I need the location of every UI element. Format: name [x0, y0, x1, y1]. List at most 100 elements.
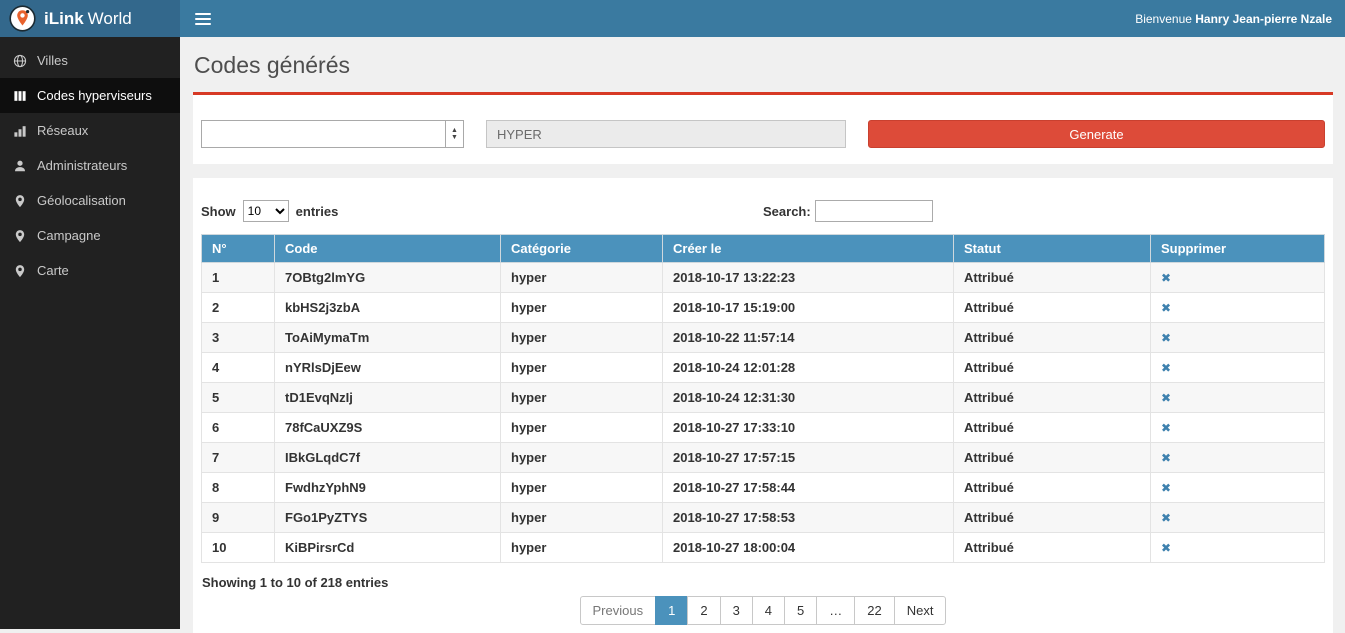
delete-code-icon[interactable]: ✖	[1161, 541, 1171, 555]
cell-code: KiBPirsrCd	[275, 533, 501, 563]
delete-code-icon[interactable]: ✖	[1161, 301, 1171, 315]
table-row: 8FwdhzYphN9hyper2018-10-27 17:58:44Attri…	[202, 473, 1325, 503]
cell-date: 2018-10-17 15:19:00	[663, 293, 954, 323]
cell-category: hyper	[501, 443, 663, 473]
delete-code-icon[interactable]: ✖	[1161, 511, 1171, 525]
cell-delete: ✖	[1151, 353, 1325, 383]
search-input[interactable]	[815, 200, 933, 222]
table-row: 17OBtg2lmYGhyper2018-10-17 13:22:23Attri…	[202, 263, 1325, 293]
cell-code: tD1EvqNzIj	[275, 383, 501, 413]
cell-delete: ✖	[1151, 503, 1325, 533]
cell-num: 10	[202, 533, 275, 563]
main-content: Codes générés ▲▼ Generate Show 10 entrie…	[180, 0, 1345, 633]
map-marker-icon	[13, 194, 27, 208]
cell-delete: ✖	[1151, 443, 1325, 473]
table-controls: Show 10 entries Search:	[201, 200, 1325, 222]
brand-title: iLinkWorld	[44, 9, 132, 29]
cell-num: 1	[202, 263, 275, 293]
pagination-next-button[interactable]: Next	[894, 596, 947, 625]
cell-status: Attribué	[954, 353, 1151, 383]
sidebar-item-codes-hyperviseurs[interactable]: Codes hyperviseurs	[0, 78, 180, 113]
cell-status: Attribué	[954, 443, 1151, 473]
delete-code-icon[interactable]: ✖	[1161, 391, 1171, 405]
cell-status: Attribué	[954, 263, 1151, 293]
table-row: 5tD1EvqNzIjhyper2018-10-24 12:31:30Attri…	[202, 383, 1325, 413]
page-title: Codes générés	[194, 52, 1332, 79]
cell-num: 3	[202, 323, 275, 353]
delete-code-icon[interactable]: ✖	[1161, 331, 1171, 345]
cell-date: 2018-10-22 11:57:14	[663, 323, 954, 353]
sidebar-item-villes[interactable]: Villes	[0, 43, 180, 78]
page-length-control: Show 10 entries	[201, 200, 763, 222]
map-marker-icon	[13, 264, 27, 278]
delete-code-icon[interactable]: ✖	[1161, 421, 1171, 435]
cell-num: 4	[202, 353, 275, 383]
generate-button[interactable]: Generate	[868, 120, 1325, 148]
sidebar-item-label: Réseaux	[37, 123, 88, 138]
user-icon	[13, 159, 27, 173]
sidebar-item-label: Carte	[37, 263, 69, 278]
table-row: 2kbHS2j3zbAhyper2018-10-17 15:19:00Attri…	[202, 293, 1325, 323]
cell-code: 7OBtg2lmYG	[275, 263, 501, 293]
pagination-page-1[interactable]: 1	[655, 596, 688, 625]
sidebar-item-carte[interactable]: Carte	[0, 253, 180, 288]
sidebar-item-label: Campagne	[37, 228, 101, 243]
cell-date: 2018-10-17 13:22:23	[663, 263, 954, 293]
column-header-n-: N°	[202, 235, 275, 263]
cell-status: Attribué	[954, 533, 1151, 563]
delete-code-icon[interactable]: ✖	[1161, 451, 1171, 465]
code-count-stepper[interactable]: ▲▼	[201, 120, 464, 148]
cell-num: 6	[202, 413, 275, 443]
topbar: Bienvenue Hanry Jean-pierre Nzale	[180, 0, 1345, 37]
table-info: Showing 1 to 10 of 218 entries	[202, 575, 1324, 590]
pagination-previous-button[interactable]: Previous	[580, 596, 657, 625]
generate-panel: ▲▼ Generate	[193, 92, 1333, 164]
cell-delete: ✖	[1151, 383, 1325, 413]
brand[interactable]: iLinkWorld	[0, 0, 180, 37]
stepper-arrows-icon[interactable]: ▲▼	[445, 121, 463, 147]
pagination-page-2[interactable]: 2	[687, 596, 720, 625]
app-logo-icon	[9, 5, 36, 32]
table-row: 7IBkGLqdC7fhyper2018-10-27 17:57:15Attri…	[202, 443, 1325, 473]
cell-category: hyper	[501, 353, 663, 383]
sidebar-item-label: Administrateurs	[37, 158, 127, 173]
generate-form: ▲▼ Generate	[201, 120, 1325, 148]
delete-code-icon[interactable]: ✖	[1161, 271, 1171, 285]
sidebar: iLinkWorld VillesCodes hyperviseurs Résea…	[0, 0, 180, 629]
search-control: Search:	[763, 200, 1325, 222]
pagination-page-22[interactable]: 22	[854, 596, 894, 625]
globe-icon	[13, 54, 27, 68]
show-label: Show	[201, 204, 236, 219]
menu-toggle-icon[interactable]	[193, 9, 213, 29]
sidebar-item-label: Géolocalisation	[37, 193, 126, 208]
pagination-ellipsis: …	[816, 596, 855, 625]
cell-status: Attribué	[954, 413, 1151, 443]
cell-category: hyper	[501, 413, 663, 443]
cell-num: 7	[202, 443, 275, 473]
pagination-page-5[interactable]: 5	[784, 596, 817, 625]
sidebar-item-campagne[interactable]: Campagne	[0, 218, 180, 253]
cell-status: Attribué	[954, 383, 1151, 413]
cell-num: 2	[202, 293, 275, 323]
sidebar-item-administrateurs[interactable]: Administrateurs	[0, 148, 180, 183]
category-input	[486, 120, 846, 148]
table-row: 9FGo1PyZTYShyper2018-10-27 17:58:53Attri…	[202, 503, 1325, 533]
column-header-code: Code	[275, 235, 501, 263]
pagination-page-3[interactable]: 3	[720, 596, 753, 625]
sidebar-item-geolocalisation[interactable]: Géolocalisation	[0, 183, 180, 218]
code-count-input[interactable]	[202, 121, 445, 147]
pagination-page-4[interactable]: 4	[752, 596, 785, 625]
cell-status: Attribué	[954, 503, 1151, 533]
page-length-select[interactable]: 10	[243, 200, 289, 222]
delete-code-icon[interactable]: ✖	[1161, 481, 1171, 495]
cell-category: hyper	[501, 473, 663, 503]
cell-code: 78fCaUXZ9S	[275, 413, 501, 443]
cell-code: IBkGLqdC7f	[275, 443, 501, 473]
cell-date: 2018-10-27 17:57:15	[663, 443, 954, 473]
delete-code-icon[interactable]: ✖	[1161, 361, 1171, 375]
sidebar-item-reseaux[interactable]: Réseaux	[0, 113, 180, 148]
table-row: 4nYRlsDjEewhyper2018-10-24 12:01:28Attri…	[202, 353, 1325, 383]
cell-code: FwdhzYphN9	[275, 473, 501, 503]
cell-num: 9	[202, 503, 275, 533]
cell-status: Attribué	[954, 293, 1151, 323]
